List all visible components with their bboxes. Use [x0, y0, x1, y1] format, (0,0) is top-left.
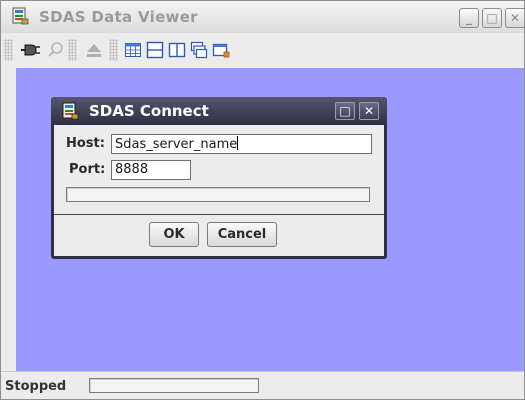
host-value: Sdas_server_name [115, 137, 238, 152]
connect-progress-bar [66, 187, 370, 202]
split-horizontal-icon[interactable] [146, 41, 164, 59]
text-caret [237, 136, 239, 150]
dialog-body: Host: Sdas_server_name Port: 8888 OK Can… [54, 125, 384, 256]
dialog-title: SDAS Connect [89, 102, 209, 120]
port-input[interactable]: 8888 [111, 160, 191, 180]
status-progress-bar [89, 378, 259, 393]
host-input[interactable]: Sdas_server_name [111, 134, 372, 154]
table-view-icon[interactable] [124, 41, 142, 59]
host-label: Host: [66, 136, 105, 151]
cancel-button[interactable]: Cancel [207, 222, 277, 247]
status-bar: Stopped [1, 371, 524, 399]
sdas-connect-dialog: SDAS Connect □ ✕ Host: Sdas_server_name … [51, 97, 387, 259]
dialog-maximize-button[interactable]: □ [335, 102, 355, 120]
new-window-icon[interactable] [212, 41, 230, 59]
port-label: Port: [69, 162, 106, 177]
toolbar [1, 33, 524, 68]
dialog-separator [54, 214, 384, 215]
maximize-button[interactable]: □ [482, 8, 502, 28]
window-title: SDAS Data Viewer [39, 8, 198, 26]
status-text: Stopped [5, 379, 67, 394]
main-window: SDAS Data Viewer _ □ ✕ Stopped SDAS Conn… [0, 0, 525, 400]
cascade-windows-icon[interactable] [190, 41, 208, 59]
toolbar-grip[interactable] [68, 39, 77, 61]
minimize-button[interactable]: _ [459, 8, 479, 28]
app-icon [62, 102, 79, 120]
search-icon[interactable] [47, 41, 65, 59]
ok-button[interactable]: OK [149, 222, 199, 247]
connect-plug-icon[interactable] [19, 41, 41, 59]
toolbar-grip[interactable] [109, 39, 118, 61]
split-vertical-icon[interactable] [168, 41, 186, 59]
window-titlebar[interactable]: SDAS Data Viewer _ □ ✕ [1, 1, 524, 33]
close-button[interactable]: ✕ [505, 8, 524, 28]
app-icon [12, 7, 29, 25]
dialog-close-button[interactable]: ✕ [359, 102, 379, 120]
eject-icon[interactable] [85, 41, 103, 59]
port-value: 8888 [115, 162, 149, 177]
dialog-titlebar[interactable]: SDAS Connect □ ✕ [51, 97, 387, 125]
toolbar-grip[interactable] [4, 39, 13, 61]
